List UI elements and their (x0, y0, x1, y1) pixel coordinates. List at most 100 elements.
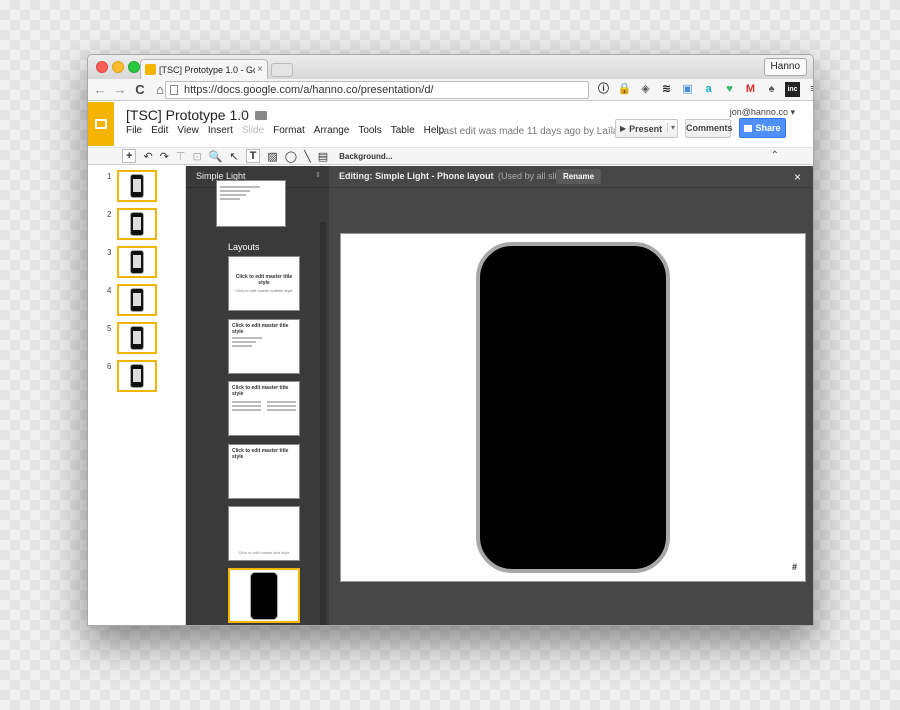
layout-footer-text: Click to edit master text style (238, 550, 290, 555)
paint-format-icon[interactable]: ⊤ (176, 150, 186, 163)
info-icon[interactable]: ⓘ (596, 82, 611, 97)
filmstrip-slide[interactable]: 5 (88, 322, 186, 360)
layout-thumbnail[interactable]: Click to edit master title style Click t… (228, 256, 300, 311)
account-switcher[interactable]: jon@hanno.co ▾ (730, 107, 795, 118)
tab-close-icon[interactable]: × (257, 64, 263, 75)
leaf-icon[interactable]: ♠ (764, 82, 779, 97)
last-edit-link[interactable]: Last edit was made 11 days ago by Laïla … (438, 126, 634, 137)
filmstrip-slide[interactable]: 3 (88, 246, 186, 284)
address-bar[interactable]: https://docs.google.com/a/hanno.co/prese… (165, 81, 589, 99)
present-label: Present (629, 123, 663, 134)
extension-icons: ⓘ 🔒 ◈ ≋ ▣ a ♥ M ♠ inc ≡ (596, 82, 813, 97)
menu-icon[interactable]: ≡ (806, 82, 813, 97)
sort-icon[interactable]: ⇕ (315, 171, 321, 179)
slide-filmstrip: 1 2 3 4 5 6 (88, 166, 186, 625)
background-button[interactable]: Background... (339, 152, 392, 161)
textbox-icon[interactable]: T (245, 149, 261, 163)
buffer-icon[interactable]: ≋ (659, 82, 674, 97)
menu-arrange[interactable]: Arrange (314, 125, 350, 136)
calendar-icon[interactable]: ▣ (680, 82, 695, 97)
filmstrip-slide[interactable]: 4 (88, 284, 186, 322)
slides-favicon-icon (145, 64, 156, 75)
amazon-icon[interactable]: a (701, 82, 716, 97)
zoom-icon[interactable]: 🔍 (209, 150, 223, 163)
editing-label: Editing: Simple Light - Phone layout (Us… (339, 171, 574, 181)
comment-icon[interactable]: ▤ (318, 150, 328, 163)
present-button[interactable]: ▶ Present ▾ (615, 119, 678, 138)
collapse-icon[interactable]: ⌃ (771, 150, 779, 161)
layout-title: Click to edit master title style (232, 323, 289, 335)
menu-tools[interactable]: Tools (358, 125, 381, 136)
slide-thumbnail[interactable] (117, 246, 157, 278)
layouts-scrollbar[interactable] (320, 222, 326, 625)
close-icon[interactable]: × (794, 170, 801, 184)
comments-button[interactable]: Comments (685, 119, 733, 138)
filmstrip-slide[interactable]: 6 (88, 360, 186, 398)
profile-button[interactable]: Hanno (763, 58, 807, 76)
shape-icon[interactable]: ◯ (285, 150, 297, 163)
star-icon[interactable]: ☆ (236, 106, 249, 123)
url-text: https://docs.google.com/a/hanno.co/prese… (184, 84, 434, 96)
browser-tab[interactable]: [TSC] Prototype 1.0 - Goog × (140, 59, 268, 79)
menu-edit[interactable]: Edit (151, 125, 168, 136)
slide-thumbnail[interactable] (117, 170, 157, 202)
filmstrip-slide[interactable]: 2 (88, 208, 186, 246)
slide-thumbnail[interactable] (117, 284, 157, 316)
rename-button[interactable]: Rename (556, 169, 601, 184)
menu-insert[interactable]: Insert (208, 125, 233, 136)
filmstrip-slide[interactable]: 1 (88, 170, 186, 208)
new-tab-button[interactable] (271, 63, 293, 77)
browser-window: [TSC] Prototype 1.0 - Goog × Hanno ← → C… (87, 54, 814, 626)
line-icon[interactable]: ╲ (304, 150, 311, 163)
menu-table[interactable]: Table (391, 125, 415, 136)
zoom-fit-icon[interactable]: ⊡ (192, 150, 201, 163)
lock-icon[interactable]: 🔒 (617, 82, 632, 97)
document-title[interactable]: [TSC] Prototype 1.0 (126, 107, 249, 123)
layout-thumbnail[interactable]: Click to edit master title style (228, 319, 300, 374)
master-slide-thumbnail[interactable] (216, 180, 286, 227)
select-icon[interactable]: ↖ (229, 150, 238, 163)
layout-thumbnail[interactable]: Click to edit master text style (228, 506, 300, 561)
slide-thumbnail[interactable] (117, 208, 157, 240)
present-dropdown-icon[interactable]: ▾ (666, 123, 675, 132)
share-label: Share (755, 123, 781, 133)
slide-thumbnail[interactable] (117, 322, 157, 354)
forward-icon[interactable]: → (112, 82, 128, 97)
image-icon[interactable]: ▨ (267, 150, 277, 163)
layout-title: Click to edit master title style (232, 385, 289, 397)
browser-titlebar: [TSC] Prototype 1.0 - Goog × Hanno (88, 55, 813, 79)
menu-bar: File Edit View Insert Slide Format Arran… (126, 125, 453, 136)
slide-number: 4 (107, 286, 112, 295)
minimize-window-button[interactable] (112, 61, 124, 73)
slide-thumbnail[interactable] (117, 360, 157, 392)
layout-thumbnail[interactable]: Click to edit master title style (228, 444, 300, 499)
share-button[interactable]: Share (739, 118, 786, 138)
back-icon[interactable]: ← (92, 82, 108, 97)
slide-number: 5 (107, 324, 112, 333)
undo-icon[interactable]: ↶ (143, 150, 152, 163)
layout-thumbnail-phone-selected[interactable] (228, 568, 300, 623)
reload-icon[interactable]: C (132, 82, 148, 97)
maximize-window-button[interactable] (128, 61, 140, 73)
menu-format[interactable]: Format (273, 125, 305, 136)
gmail-icon[interactable]: M (743, 82, 758, 97)
slide-number-placeholder[interactable]: # (792, 562, 797, 572)
phone-shape[interactable] (476, 242, 670, 573)
pocket-icon[interactable]: ◈ (638, 82, 653, 97)
account-caret-icon: ▾ (790, 107, 795, 117)
folder-icon[interactable] (255, 111, 267, 120)
slide-canvas[interactable]: # (340, 233, 806, 582)
phone-shape-thumbnail (250, 571, 278, 620)
slides-logo-icon[interactable] (88, 102, 114, 146)
redo-icon[interactable]: ↷ (160, 150, 169, 163)
inc-icon[interactable]: inc (785, 82, 800, 97)
menu-file[interactable]: File (126, 125, 142, 136)
layout-thumbnail[interactable]: Click to edit master title style (228, 381, 300, 436)
menu-slide[interactable]: Slide (242, 125, 264, 136)
layout-editor: Editing: Simple Light - Phone layout (Us… (329, 166, 813, 625)
menu-view[interactable]: View (177, 125, 199, 136)
close-window-button[interactable] (96, 61, 108, 73)
new-slide-button[interactable]: + (122, 149, 137, 163)
layout-subtitle: Click to edit master subtitle style (235, 288, 293, 293)
evernote-icon[interactable]: ♥ (722, 82, 737, 97)
